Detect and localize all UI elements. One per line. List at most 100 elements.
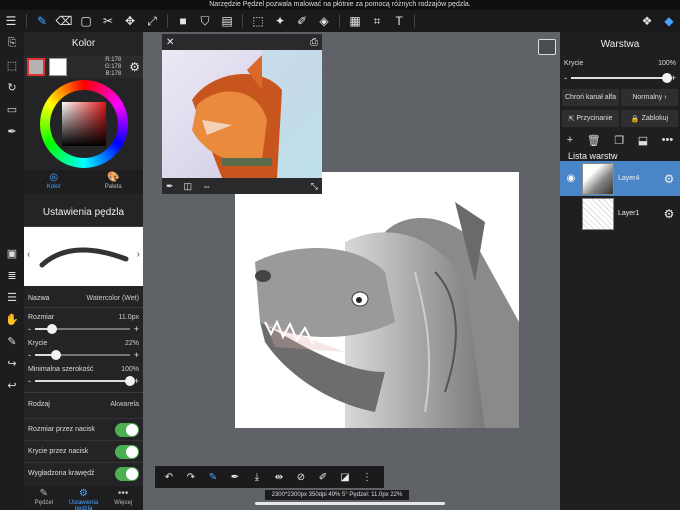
crop-icon[interactable]: ⌗ (366, 10, 388, 32)
undo-icon[interactable]: ↩ (0, 374, 24, 396)
layers-small-icon[interactable]: ☰ (0, 286, 24, 308)
select-eraser-icon[interactable]: ◈ (313, 10, 335, 32)
selection-icon[interactable]: ⬚ (247, 10, 269, 32)
gear-icon[interactable]: ⚙ (658, 207, 680, 221)
reference-image[interactable] (162, 50, 322, 178)
min-width-slider-row: - + (24, 375, 143, 386)
toolbar-divider (26, 14, 27, 28)
saturation-value-square[interactable] (61, 102, 106, 146)
redo-icon[interactable]: ↪ (0, 352, 24, 374)
chevron-right-icon[interactable]: › (137, 249, 140, 260)
ruler-icon[interactable]: ▭ (0, 98, 24, 120)
menu-icon[interactable]: ☰ (0, 10, 22, 32)
drawing-canvas[interactable] (235, 172, 519, 428)
canvas-workspace[interactable]: ✕ ⎙ ✒ ◫ ⇔ ⤡ ↶ ↷ ✎ ✒ ⤓ ⇹ ⊘ ✐ ◪ ⋮ 2300*2300px 350dp… (143, 32, 560, 510)
fit-icon[interactable]: ⇔ (202, 181, 211, 191)
rectangle-icon[interactable]: ▢ (75, 10, 97, 32)
protect-alpha-button[interactable]: Chroń kanał alfa (562, 89, 619, 106)
move-icon[interactable]: ✥ (119, 10, 141, 32)
toggle-switch[interactable] (115, 444, 139, 459)
brush-name-row[interactable]: Nazwa Watercolor (Wet) (24, 292, 143, 304)
add-layer-icon[interactable]: + (567, 134, 573, 146)
toggle-switch[interactable] (115, 422, 139, 437)
hue-wheel[interactable] (39, 80, 128, 168)
minus-icon[interactable]: - (28, 350, 31, 360)
layer-row[interactable]: Layer1 ⚙ (560, 196, 680, 231)
duplicate-layer-icon[interactable]: ❐ (614, 134, 624, 147)
eyedropper-tool-icon[interactable]: ✒ (225, 467, 245, 487)
tab-paleta[interactable]: 🎨 Paleta (84, 170, 144, 194)
resize-handle-icon[interactable]: ⤡ (311, 181, 318, 192)
size-row: Rozmiar 11.0px (24, 311, 143, 323)
transform-icon[interactable]: ⤢ (141, 10, 163, 32)
more-icon[interactable]: ••• (662, 134, 674, 146)
bucket-icon[interactable]: ⛉ (194, 10, 216, 32)
grip-icon[interactable]: ⋮ (357, 467, 377, 487)
brush-icon[interactable]: ✎ (31, 10, 53, 32)
tab-icon: ✎ (39, 488, 49, 499)
primary-color-swatch[interactable] (27, 58, 45, 76)
eyedropper-icon[interactable]: ✒ (166, 181, 174, 192)
min-width-slider[interactable] (35, 375, 135, 386)
blend-mode-label: Normalny (632, 94, 663, 101)
redo-arrow-icon[interactable]: ↷ (181, 467, 201, 487)
close-icon[interactable]: ✕ (166, 37, 174, 48)
gradient-icon[interactable]: ▤ (216, 10, 238, 32)
size-slider[interactable] (35, 323, 130, 334)
blend-mode-button[interactable]: Normalny › (621, 89, 678, 106)
flip-horizontal-icon[interactable]: ◫ (184, 181, 193, 192)
smudge-icon[interactable]: ✂ (97, 10, 119, 32)
text-icon[interactable]: T (388, 10, 410, 32)
minus-icon[interactable]: - (28, 376, 31, 386)
layers-icon[interactable]: ◆ (658, 10, 680, 32)
save-down-icon[interactable]: ⤓ (247, 467, 267, 487)
eyedropper-icon[interactable]: ✎ (0, 330, 24, 352)
edit-layer-icon[interactable]: ✐ (313, 467, 333, 487)
screen-icon[interactable]: ◪ (335, 467, 355, 487)
materials-icon[interactable]: ❖ (636, 10, 658, 32)
plus-icon[interactable]: + (134, 324, 139, 334)
fill-color-icon[interactable]: ■ (172, 10, 194, 32)
undo-arrow-icon[interactable]: ↶ (159, 467, 179, 487)
trash-icon[interactable]: 🗑 (587, 134, 601, 147)
frame-divider-icon[interactable]: ▦ (344, 10, 366, 32)
merge-layer-icon[interactable]: ⬓ (638, 134, 648, 147)
pen-icon[interactable]: ✒ (0, 120, 24, 142)
eraser-icon[interactable]: ⌫ (53, 10, 75, 32)
dashed-select-icon[interactable]: ⬚ (0, 54, 24, 76)
clipping-button[interactable]: ⇱ Przycinanie (562, 110, 619, 127)
layer-row[interactable]: ◉ Layer4 ⚙ (560, 161, 680, 196)
opacity-slider[interactable] (35, 349, 130, 360)
tab-kolor[interactable]: ◎ Kolor (24, 170, 84, 194)
flip-icon[interactable]: ⇹ (269, 467, 289, 487)
home-indicator[interactable] (255, 502, 445, 505)
layer-opacity-slider[interactable] (571, 72, 672, 83)
tab-ustawienia-pędzla[interactable]: ⚙ Ustawienia pędzla (64, 486, 104, 510)
minus-icon[interactable]: - (28, 324, 31, 334)
select-pen-icon[interactable]: ✐ (291, 10, 313, 32)
eye-icon[interactable]: ◉ (560, 173, 582, 184)
rotate-icon[interactable]: ↻ (0, 76, 24, 98)
hand-icon[interactable]: ✋ (0, 308, 24, 330)
minus-icon[interactable]: - (564, 73, 567, 83)
rgb-g: G:178 (104, 63, 122, 70)
brush-mode-icon[interactable]: ✎ (203, 467, 223, 487)
gear-icon[interactable]: ⚙ (129, 60, 140, 74)
import-image-icon[interactable]: ⎙ (310, 37, 318, 48)
secondary-color-swatch[interactable] (49, 58, 67, 76)
chevron-left-icon[interactable]: ‹ (27, 249, 30, 260)
copy-icon[interactable]: ⎘ (0, 32, 24, 54)
color-panel: Kolor R:178 G:178 B:178 ⚙ ◎ Kolor 🎨 Paleta (24, 32, 143, 200)
no-rotate-icon[interactable]: ⊘ (291, 467, 311, 487)
gear-icon[interactable]: ⚙ (658, 172, 680, 186)
magic-wand-icon[interactable]: ✦ (269, 10, 291, 32)
color-panel-icon[interactable]: ▣ (0, 242, 24, 264)
toggle-switch[interactable] (115, 466, 139, 481)
type-row[interactable]: Rodzaj Akwarela (24, 396, 143, 412)
lock-button[interactable]: 🔒 Zablokuj (621, 110, 678, 127)
plus-icon[interactable]: + (134, 350, 139, 360)
list-icon[interactable]: ≣ (0, 264, 24, 286)
tab-więcej[interactable]: ••• Więcej (103, 486, 143, 510)
navigator-button[interactable] (538, 39, 556, 55)
tab-pędzel[interactable]: ✎ Pędzel (24, 486, 64, 510)
